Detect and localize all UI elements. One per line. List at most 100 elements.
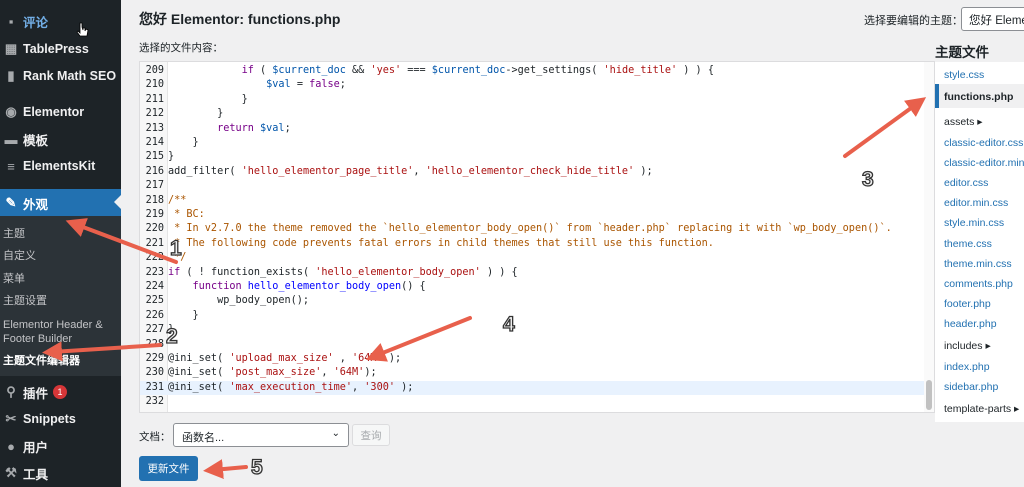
submenu-item-customize[interactable]: 自定义 bbox=[3, 249, 36, 263]
editor-scrollbar[interactable] bbox=[924, 62, 934, 412]
code-line[interactable]: 213 return $val; bbox=[140, 122, 926, 136]
sidebar-item-tablepress[interactable]: ▦ TablePress bbox=[0, 36, 121, 62]
sidebar-item-label: 用户 bbox=[23, 440, 49, 455]
code-line[interactable]: 228 bbox=[140, 338, 926, 352]
sidebar-item-label: 外观 bbox=[23, 197, 49, 212]
sidebar-item-label: Snippets bbox=[23, 412, 76, 426]
code-line[interactable]: 209 if ( $current_doc && 'yes' === $curr… bbox=[140, 64, 926, 78]
code-line[interactable]: 219 * BC: bbox=[140, 208, 926, 222]
code-line[interactable]: 212 } bbox=[140, 107, 926, 121]
code-text: } bbox=[168, 151, 175, 163]
line-number: 220 bbox=[145, 223, 164, 235]
line-number: 230 bbox=[145, 367, 164, 379]
line-number: 227 bbox=[145, 324, 164, 336]
sidebar-item-snippets[interactable]: ✂ Snippets bbox=[0, 406, 121, 432]
sidebar-item-users[interactable]: ● 用户 bbox=[0, 433, 121, 459]
theme-file-item[interactable]: style.min.css bbox=[944, 216, 1004, 230]
sidebar-item-label: Elementor bbox=[23, 105, 85, 119]
code-line[interactable]: 230 @ini_set( 'post_max_size', '64M'); bbox=[140, 366, 926, 380]
update-file-button[interactable]: 更新文件 bbox=[139, 456, 198, 481]
code-text: } bbox=[168, 108, 224, 120]
file-content-label: 选择的文件内容： bbox=[139, 42, 223, 54]
theme-file-item[interactable]: editor.css bbox=[944, 176, 988, 190]
sidebar-item-label: Rank Math SEO bbox=[23, 69, 117, 83]
sidebar-item-comments[interactable]: ▪ 评论 bbox=[0, 8, 121, 34]
code-line[interactable]: 222 */ bbox=[140, 251, 926, 265]
code-text: } bbox=[168, 137, 199, 148]
sidebar-item-label: 工具 bbox=[23, 467, 49, 482]
theme-folder-item[interactable]: assets ▸ bbox=[944, 115, 983, 129]
sidebar-item-rank-math[interactable]: ▮ Rank Math SEO bbox=[0, 63, 121, 89]
code-line[interactable]: 226 } bbox=[140, 309, 926, 323]
sidebar-item-elementskit[interactable]: ≡ ElementsKit bbox=[0, 153, 121, 179]
code-line[interactable]: 223 if ( ! function_exists( 'hello_elemen… bbox=[140, 266, 926, 280]
code-text: function hello_elementor_body_open() { bbox=[192, 281, 426, 292]
lookup-button[interactable]: 查询 bbox=[352, 424, 390, 446]
theme-file-item[interactable]: style.css bbox=[944, 68, 984, 82]
elementskit-icon: ≡ bbox=[7, 158, 15, 174]
line-number: 217 bbox=[145, 180, 164, 192]
user-icon: ● bbox=[7, 438, 15, 454]
appearance-submenu: 主题 自定义 菜单 主题设置 Elementor Header & Footer… bbox=[0, 216, 121, 376]
sidebar-item-plugins[interactable]: ⚲ 插件 1 bbox=[0, 379, 121, 405]
annotation-number: 1 bbox=[169, 236, 182, 260]
submenu-item-themes[interactable]: 主题 bbox=[3, 227, 25, 241]
code-line[interactable]: 216 add_filter( 'hello_elementor_page_tit… bbox=[140, 165, 926, 179]
submenu-item-theme-settings[interactable]: 主题设置 bbox=[3, 294, 47, 308]
sidebar-item-templates[interactable]: ▬ 模板 bbox=[0, 126, 121, 152]
code-text: } bbox=[168, 309, 199, 321]
code-text: wp_body_open(); bbox=[168, 295, 310, 307]
code-line[interactable]: 211 } bbox=[140, 93, 926, 107]
code-line[interactable]: 215} bbox=[140, 150, 926, 164]
theme-file-item[interactable]: comments.php bbox=[944, 277, 1013, 291]
code-line[interactable]: 231 @ini_set( 'max_execution_time', '300'… bbox=[140, 380, 926, 396]
line-number: 221 bbox=[145, 237, 164, 249]
submenu-item-theme-file-editor[interactable]: 主题文件编辑器 bbox=[3, 354, 80, 368]
code-text: if ( ! function_exists( 'hello_elementor… bbox=[168, 266, 518, 278]
admin-sidebar: ▪ 评论 ▦ TablePress ▮ Rank Math SEO ◉ Elem… bbox=[0, 0, 121, 487]
theme-folder-item[interactable]: includes ▸ bbox=[944, 339, 991, 353]
code-line[interactable]: 218 /** bbox=[140, 194, 926, 208]
wrench-icon: ⚒ bbox=[5, 465, 17, 480]
theme-file-item[interactable]: sidebar.php bbox=[944, 380, 998, 394]
code-line[interactable]: 214 } bbox=[140, 136, 926, 150]
code-line[interactable]: 224 function hello_elementor_body_open()… bbox=[140, 280, 926, 294]
code-line[interactable]: 232 bbox=[140, 395, 926, 409]
editor-scrollbar-thumb[interactable] bbox=[926, 380, 932, 410]
code-line[interactable]: 220 * In v2.7.0 the theme removed the `h… bbox=[140, 222, 926, 236]
update-count-badge: 1 bbox=[53, 385, 68, 399]
sidebar-item-elementor[interactable]: ◉ Elementor bbox=[0, 99, 121, 125]
code-line[interactable]: 217 bbox=[140, 179, 926, 193]
code-line[interactable]: 221 * The following code prevents fatal … bbox=[140, 237, 926, 251]
theme-file-item[interactable]: index.php bbox=[944, 360, 990, 374]
line-number: 218 bbox=[145, 194, 164, 206]
code-line[interactable]: 210 $val = false; bbox=[140, 78, 926, 92]
code-editor[interactable]: 209 if ( $current_doc && 'yes' === $curr… bbox=[139, 61, 935, 413]
sidebar-item-label: 模板 bbox=[23, 133, 49, 148]
theme-file-item[interactable]: theme.css bbox=[944, 237, 992, 251]
documentation-label: 文档： bbox=[139, 431, 171, 443]
theme-file-item[interactable]: theme.min.css bbox=[944, 257, 1012, 271]
code-line[interactable]: 227} bbox=[140, 323, 926, 337]
code-line[interactable]: 225 wp_body_open(); bbox=[140, 294, 926, 308]
line-number: 232 bbox=[145, 396, 164, 408]
submenu-item-header-footer-builder[interactable]: Elementor Header & Footer Builder bbox=[3, 318, 103, 346]
function-name-select[interactable]: 函数名... ⌄ bbox=[173, 423, 349, 447]
chart-icon: ▮ bbox=[7, 68, 15, 83]
submenu-item-menus[interactable]: 菜单 bbox=[3, 272, 25, 286]
annotation-number: 5 bbox=[250, 455, 263, 479]
code-line[interactable]: 229 @ini_set( 'upload_max_size' , '64M' )… bbox=[140, 352, 926, 366]
sidebar-item-tools[interactable]: ⚒ 工具 bbox=[0, 460, 121, 486]
theme-file-item[interactable]: functions.php bbox=[944, 90, 1013, 104]
theme-file-item[interactable]: classic-editor.min.css bbox=[944, 156, 1024, 170]
theme-file-item[interactable]: editor.min.css bbox=[944, 196, 1008, 210]
annotation-number: 2 bbox=[165, 324, 178, 348]
theme-file-item[interactable]: footer.php bbox=[944, 297, 991, 311]
theme-file-item[interactable]: header.php bbox=[944, 317, 997, 331]
theme-select[interactable]: 您好 Elementor bbox=[961, 7, 1024, 31]
theme-file-item[interactable]: classic-editor.css bbox=[944, 136, 1023, 150]
theme-folder-item[interactable]: template-parts ▸ bbox=[944, 402, 1019, 416]
annotation-number: 3 bbox=[861, 167, 874, 191]
arrow-5 bbox=[203, 459, 248, 480]
sidebar-item-appearance[interactable]: ✎ 外观 bbox=[0, 189, 121, 217]
